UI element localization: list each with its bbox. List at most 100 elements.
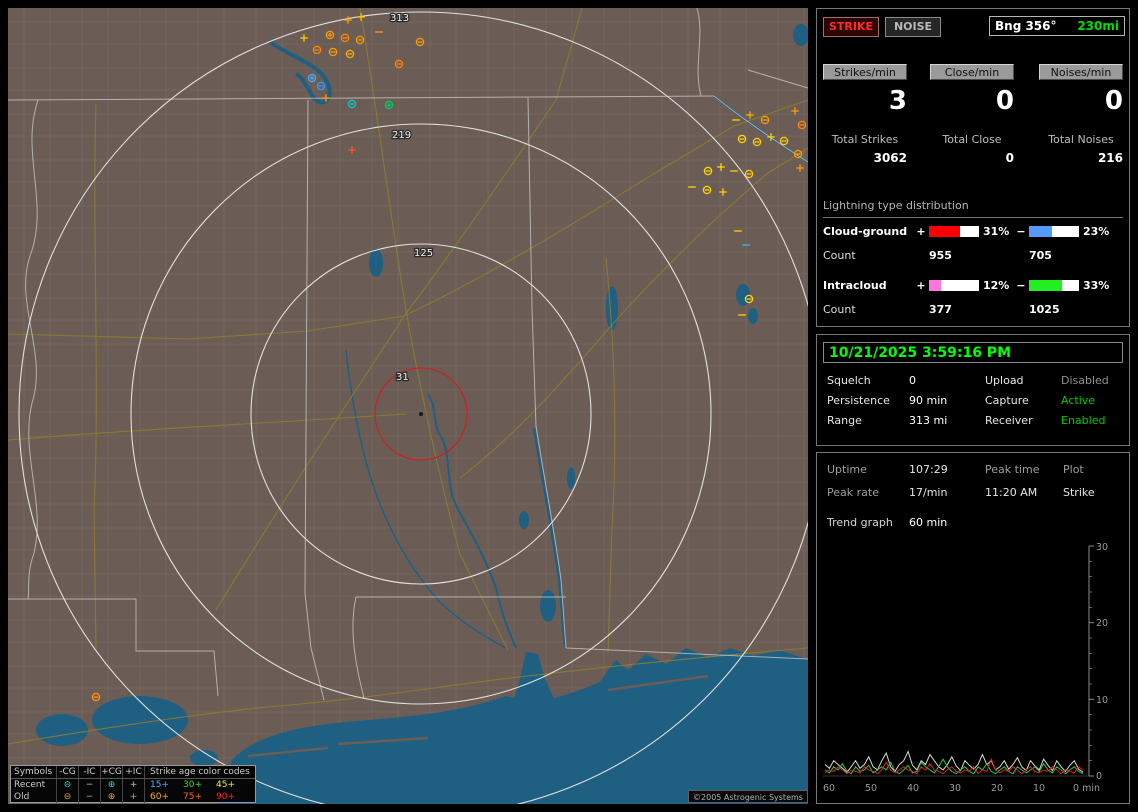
uptime-value: 107:29 — [909, 463, 948, 476]
xtick-40: 40 — [907, 783, 919, 794]
trend-graph-label: Trend graph — [827, 516, 893, 529]
xtick-10: 10 — [1033, 783, 1045, 794]
total-strikes-value: 3062 — [873, 151, 907, 165]
receiver-label: Receiver — [985, 414, 1033, 427]
ic-neg-pct: 33% — [1083, 279, 1110, 292]
ic-neg-bar — [1029, 280, 1079, 291]
uptime-label: Uptime — [827, 463, 867, 476]
noise-button[interactable]: NOISE — [885, 17, 941, 37]
intracloud-label: Intracloud — [823, 279, 887, 292]
lake — [369, 249, 383, 277]
ring-label-125: 125 — [414, 248, 433, 259]
legend-age-header: Strike age color codes — [144, 766, 255, 778]
strikes-per-min-button[interactable]: Strikes/min — [823, 64, 907, 80]
ic-pos-bar — [929, 280, 979, 291]
status-panel: STRIKE NOISE Bng 356° 230mi Strikes/min … — [816, 0, 1130, 812]
ic-pos-pct: 12% — [983, 279, 1010, 292]
age-90: 90+ — [216, 792, 235, 802]
count-label: Count — [823, 249, 856, 262]
old-ncg-icon: ⊖ — [56, 791, 78, 803]
total-noises-value: 216 — [1097, 151, 1123, 165]
settings-row: Range 313 mi Receiver Enabled — [817, 414, 1131, 430]
noises-per-min-button[interactable]: Noises/min — [1039, 64, 1123, 80]
plot-value: Strike — [1063, 486, 1095, 499]
station-marker — [419, 412, 423, 416]
xtick-30: 30 — [949, 783, 961, 794]
minus-sign: − — [1016, 279, 1026, 292]
legend-col-pic: +IC — [122, 766, 144, 778]
trend-axis-ticks — [1089, 545, 1094, 777]
settings-row: Persistence 90 min Capture Active — [817, 394, 1131, 410]
stats-row: Uptime 107:29 Peak time Plot — [817, 463, 1131, 479]
plot-label: Plot — [1063, 463, 1084, 476]
distribution-title: Lightning type distribution — [823, 199, 1123, 218]
lake — [606, 286, 618, 330]
age-45: 45+ — [216, 780, 235, 790]
noises-per-min-value: 0 — [1104, 86, 1123, 116]
old-pcg-icon: ⊕ — [100, 791, 122, 803]
stats-row: Peak rate 17/min 11:20 AM Strike — [817, 486, 1131, 502]
cloud-ground-label: Cloud-ground — [823, 225, 908, 238]
capture-status: Active — [1061, 394, 1096, 407]
cg-pos-count: 955 — [929, 249, 952, 262]
minus-sign: − — [1016, 225, 1026, 238]
recent-pic-icon: + — [122, 779, 144, 791]
bearing-readout: Bng 356° 230mi — [989, 16, 1125, 36]
count-label: Count — [823, 303, 856, 316]
age-60: 60+ — [150, 792, 169, 802]
total-close-value: 0 — [1005, 151, 1014, 165]
peakrate-value: 17/min — [909, 486, 948, 499]
cg-neg-pct: 23% — [1083, 225, 1110, 238]
trend-section: Uptime 107:29 Peak time Plot Peak rate 1… — [816, 452, 1130, 804]
total-strikes-label: Total Strikes — [831, 133, 899, 146]
receiver-status: Enabled — [1061, 414, 1106, 427]
recent-nic-icon: − — [78, 779, 100, 791]
ytick-10: 10 — [1096, 695, 1108, 706]
age-30: 30+ — [183, 780, 202, 790]
trend-window-value: 60 min — [909, 516, 948, 529]
legend-col-ncg: -CG — [56, 766, 78, 778]
settings-section: 10/21/2025 3:59:16 PM Squelch 0 Upload D… — [816, 334, 1130, 446]
ytick-20: 20 — [1096, 618, 1108, 629]
strike-button[interactable]: STRIKE — [823, 17, 879, 37]
cloud-ground-row: Cloud-ground + 31% − 23% — [817, 225, 1131, 239]
app-window: 313 219 125 31 Symbols -CG -IC +CG +IC S… — [0, 0, 1138, 812]
xtick-20: 20 — [991, 783, 1003, 794]
cg-neg-count: 705 — [1029, 249, 1052, 262]
ring-label-31: 31 — [396, 372, 409, 383]
plus-sign: + — [916, 225, 926, 238]
squelch-label: Squelch — [827, 374, 871, 387]
trend-series — [824, 750, 1084, 775]
ring-label-313: 313 — [390, 13, 409, 24]
cg-pos-bar — [929, 226, 979, 237]
upload-status: Disabled — [1061, 374, 1109, 387]
lake — [519, 511, 529, 529]
cloud-ground-count-row: Count 955 705 — [817, 249, 1131, 263]
strikes-per-min-value: 3 — [888, 86, 907, 116]
plus-sign: + — [916, 279, 926, 292]
xtick-0: 0 min — [1073, 783, 1100, 794]
old-nic-icon: − — [78, 791, 100, 803]
lake — [92, 696, 188, 744]
copyright-notice: ©2005 Astrogenic Systems — [688, 790, 808, 803]
close-per-min-button[interactable]: Close/min — [930, 64, 1014, 80]
legend-old-label: Old — [14, 792, 30, 802]
recent-pcg-icon: ⊕ — [100, 779, 122, 791]
ic-pos-count: 377 — [929, 303, 952, 316]
lake — [36, 714, 88, 746]
age-15: 15+ — [150, 780, 169, 790]
trend-graph: 30 20 10 0 60 50 40 30 20 10 0 min — [823, 542, 1108, 794]
ic-neg-count: 1025 — [1029, 303, 1060, 316]
total-close-label: Total Close — [942, 133, 1002, 146]
capture-label: Capture — [985, 394, 1029, 407]
range-value: 313 mi — [909, 414, 948, 427]
peaktime-value: 11:20 AM — [985, 486, 1038, 499]
settings-row: Squelch 0 Upload Disabled — [817, 374, 1131, 390]
legend-recent-label: Recent — [14, 780, 46, 790]
range-label: Range — [827, 414, 862, 427]
bearing-value: Bng 356° — [995, 19, 1057, 33]
lake — [567, 467, 575, 489]
xtick-60: 60 — [823, 783, 835, 794]
recent-ncg-icon: ⊖ — [56, 779, 78, 791]
radar-map[interactable]: 313 219 125 31 Symbols -CG -IC +CG +IC S… — [8, 8, 808, 804]
